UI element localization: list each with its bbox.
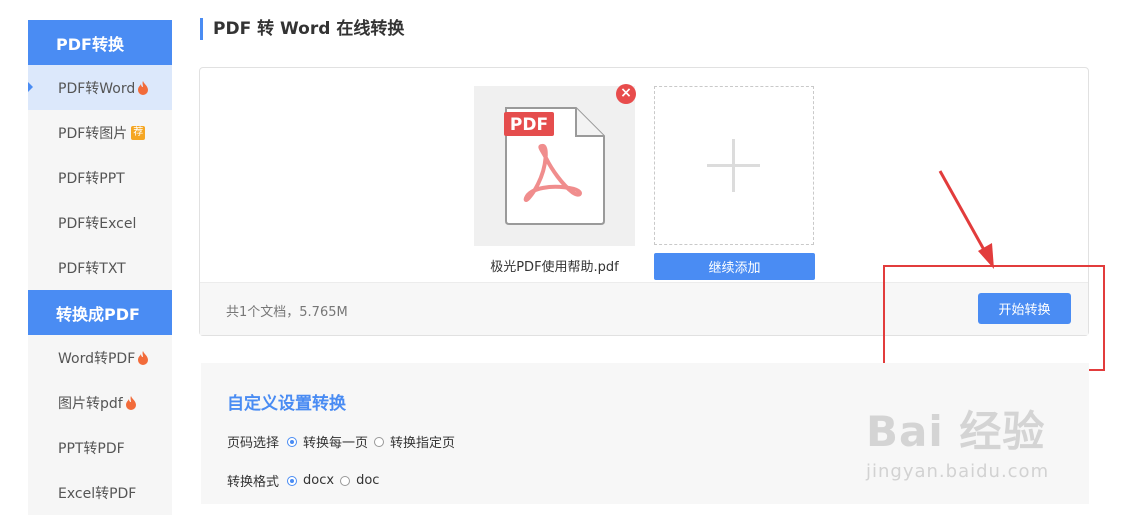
file-summary: 共1个文档，5.765M	[226, 305, 348, 320]
option-label: doc	[356, 473, 380, 488]
watermark-sub: jingyan.baidu.com	[866, 461, 1050, 482]
remove-file-button[interactable]: ×	[616, 84, 636, 104]
fire-icon	[125, 395, 136, 410]
recommend-badge: 荐	[131, 125, 146, 140]
sidebar-item-word-to-pdf[interactable]: Word转PDF	[28, 335, 172, 380]
sidebar-item-pdf-to-ppt[interactable]: PDF转PPT	[28, 155, 172, 200]
sidebar-item-label: Excel转PDF	[58, 485, 137, 502]
settings-title: 自定义设置转换	[227, 394, 346, 414]
baidu-watermark: Bai 经验 jingyan.baidu.com	[866, 398, 1049, 482]
option-label: 转换每一页	[303, 436, 369, 451]
sidebar-item-pdf-to-txt[interactable]: PDF转TXT	[28, 245, 172, 290]
watermark-main: Bai 经验	[866, 407, 1046, 456]
pdf-badge-text: PDF	[510, 115, 548, 135]
option-label: docx	[303, 473, 335, 488]
sidebar-item-pdf-to-excel[interactable]: PDF转Excel	[28, 200, 172, 245]
sidebar-item-label: PDF转Excel	[58, 215, 137, 232]
plus-icon	[707, 139, 760, 192]
sidebar-item-pdf-to-word[interactable]: PDF转Word	[28, 65, 172, 110]
format-label: 转换格式	[227, 475, 280, 490]
file-card[interactable]: PDF	[474, 86, 635, 246]
fire-icon	[138, 80, 149, 95]
sidebar-item-pdf-to-image[interactable]: PDF转图片 荐	[28, 110, 172, 155]
radio-button[interactable]	[374, 436, 385, 447]
sidebar: PDF转换 PDF转Word PDF转图片 荐 PDF转PPT PDF转Exce…	[28, 20, 172, 515]
sidebar-item-ppt-to-pdf[interactable]: PPT转PDF	[28, 425, 172, 470]
sidebar-item-excel-to-pdf[interactable]: Excel转PDF	[28, 470, 172, 515]
annotation-arrow-icon	[938, 170, 994, 269]
page-select-row: 页码选择 转换每一页 转换指定页	[227, 432, 461, 451]
sidebar-item-label: PDF转图片	[58, 125, 128, 142]
format-option-docx[interactable]: docx	[287, 473, 334, 488]
add-file-tile[interactable]	[654, 86, 814, 245]
sidebar-group-to-pdf: 转换成PDF	[28, 290, 172, 335]
sidebar-item-label: 图片转pdf	[58, 395, 123, 412]
page-option-every[interactable]: 转换每一页	[287, 432, 368, 451]
add-more-button[interactable]: 继续添加	[654, 253, 815, 280]
pdf-file-icon: PDF	[504, 107, 605, 225]
sidebar-item-label: PPT转PDF	[58, 440, 125, 457]
format-option-doc[interactable]: doc	[340, 473, 379, 488]
radio-button[interactable]	[340, 475, 351, 486]
radio-button[interactable]	[287, 475, 298, 486]
sidebar-item-label: PDF转PPT	[58, 170, 125, 187]
annotation-highlight-box	[883, 265, 1105, 371]
page-option-specific[interactable]: 转换指定页	[374, 432, 455, 451]
radio-button[interactable]	[287, 436, 298, 447]
format-row: 转换格式 docx doc	[227, 471, 385, 490]
page-title: PDF 转 Word 在线转换	[200, 18, 404, 40]
sidebar-item-label: PDF转Word	[58, 80, 136, 97]
sidebar-item-label: Word转PDF	[58, 350, 136, 367]
sidebar-item-image-to-pdf[interactable]: 图片转pdf	[28, 380, 172, 425]
file-name: 极光PDF使用帮助.pdf	[490, 260, 619, 275]
sidebar-group-pdf-convert: PDF转换	[28, 20, 172, 65]
sidebar-item-label: PDF转TXT	[58, 260, 126, 277]
page-select-label: 页码选择	[227, 436, 280, 451]
option-label: 转换指定页	[390, 436, 456, 451]
fire-icon	[138, 350, 149, 365]
